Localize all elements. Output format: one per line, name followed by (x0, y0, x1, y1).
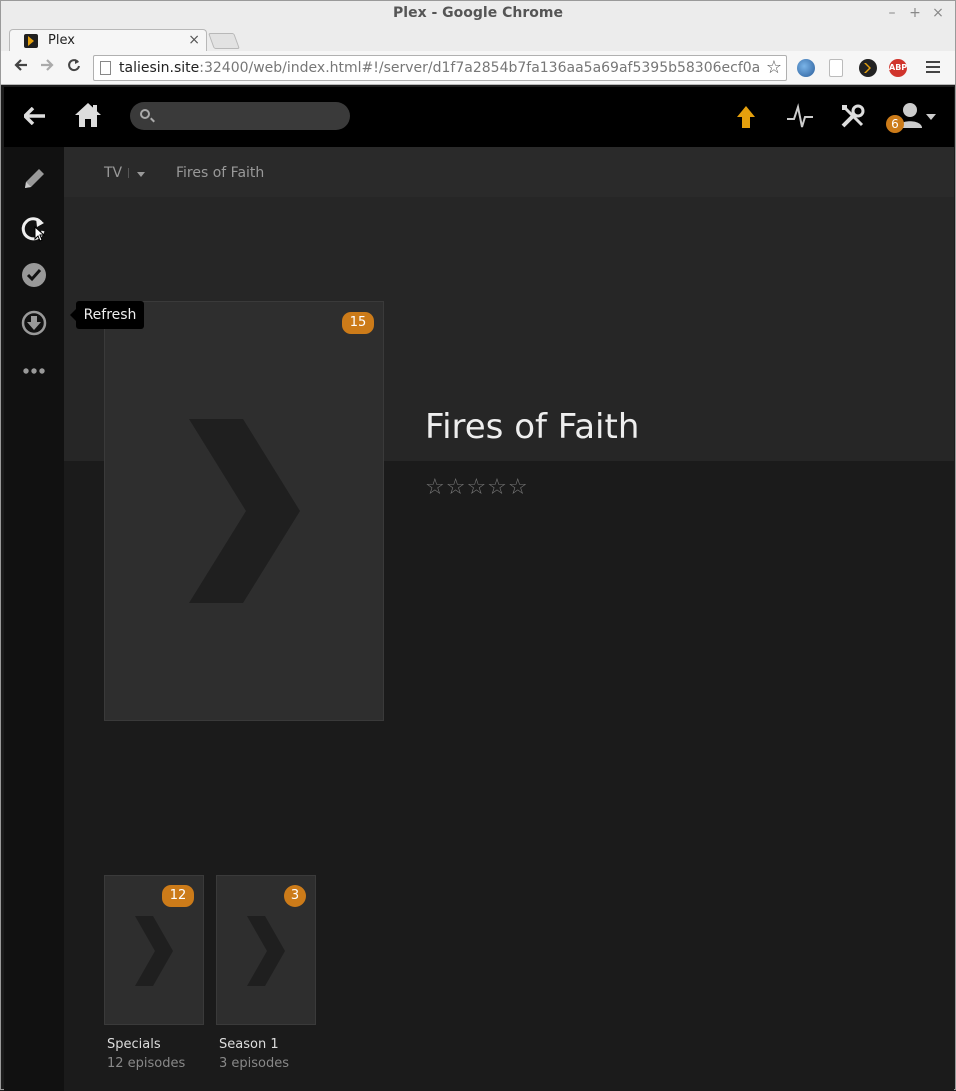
breadcrumb-show-title: Fires of Faith (176, 165, 265, 181)
more-options-icon[interactable] (20, 357, 48, 385)
search-icon (140, 109, 150, 119)
breadcrumb-library-tv[interactable]: TV (104, 165, 122, 181)
refresh-icon[interactable] (20, 215, 48, 243)
season-count-badge: 3 (284, 885, 306, 907)
plex-app: 6 TV Fires of Faith 15 Fires of Faith ☆☆… (4, 87, 954, 1091)
tab-close-button[interactable]: × (188, 32, 200, 48)
library-dropdown-chevron-down-icon[interactable] (137, 172, 145, 177)
plex-extension-icon[interactable] (859, 59, 877, 77)
season-name[interactable]: Season 1 (219, 1037, 316, 1052)
reload-button[interactable] (64, 57, 84, 76)
search-input[interactable] (160, 106, 340, 126)
show-poster[interactable]: 15 (104, 301, 384, 721)
window-title: Plex - Google Chrome (393, 5, 563, 21)
close-window-button[interactable]: × (930, 5, 946, 21)
activity-icon[interactable] (786, 103, 814, 133)
reload-icon (68, 59, 80, 72)
season-card-specials[interactable]: 12 Specials 12 episodes (104, 875, 204, 1071)
mark-watched-check-icon[interactable] (20, 261, 48, 289)
rating-stars[interactable]: ☆☆☆☆☆ (425, 475, 529, 500)
settings-tools-icon[interactable] (840, 103, 866, 133)
code-extension-icon[interactable] (829, 59, 843, 77)
edit-pencil-icon[interactable] (20, 165, 48, 193)
details-content: TV Fires of Faith 15 Fires of Faith ☆☆☆☆… (64, 147, 954, 1091)
address-bar[interactable]: taliesin.site:32400/web/index.html#!/ser… (93, 55, 787, 81)
forward-arrow-icon (41, 59, 54, 71)
forward-button[interactable] (37, 57, 57, 76)
adblock-extension-icon[interactable]: ABP (889, 59, 907, 77)
action-sidebar (4, 147, 64, 1091)
back-arrow-icon (14, 59, 27, 71)
back-button[interactable] (11, 57, 31, 76)
tab-strip: Plex × (1, 27, 955, 51)
unwatched-count-badge: 15 (342, 312, 374, 334)
new-tab-button[interactable] (208, 33, 240, 49)
plex-chevron-placeholder-icon (189, 419, 300, 603)
season-thumbnail[interactable]: 3 (216, 875, 316, 1025)
tab-label: Plex (48, 33, 75, 48)
season-thumbnail[interactable]: 12 (104, 875, 204, 1025)
season-episode-count: 3 episodes (219, 1056, 290, 1071)
home-icon[interactable] (74, 101, 102, 133)
tab-plex[interactable]: Plex × (9, 29, 207, 51)
upload-arrow-icon[interactable] (736, 105, 756, 133)
show-title: Fires of Faith (425, 407, 640, 447)
search-box[interactable] (130, 102, 350, 130)
download-icon[interactable] (20, 309, 48, 337)
season-card-season-1[interactable]: 3 Season 1 3 episodes (216, 875, 316, 1071)
top-navigation: 6 (4, 87, 954, 147)
plex-favicon-icon (24, 34, 38, 48)
user-menu-chevron-down-icon[interactable] (926, 114, 936, 120)
globe-extension-icon[interactable] (797, 59, 815, 77)
notification-badge: 6 (886, 115, 904, 133)
season-count-badge: 12 (162, 885, 194, 907)
season-name[interactable]: Specials (107, 1037, 204, 1052)
chrome-menu-icon[interactable] (926, 61, 940, 76)
back-nav-icon[interactable] (22, 106, 46, 129)
minimize-button[interactable]: – (884, 5, 900, 21)
refresh-tooltip: Refresh (70, 301, 144, 329)
browser-window: Plex - Google Chrome – + × Plex × talies… (0, 0, 956, 1091)
page-icon (100, 61, 111, 75)
url-text[interactable]: taliesin.site:32400/web/index.html#!/ser… (119, 60, 759, 76)
browser-toolbar: taliesin.site:32400/web/index.html#!/ser… (1, 51, 955, 85)
maximize-button[interactable]: + (907, 5, 923, 21)
breadcrumb: TV Fires of Faith (64, 147, 954, 197)
title-bar: Plex - Google Chrome – + × (1, 1, 955, 27)
bookmark-star-icon[interactable]: ☆ (766, 57, 782, 78)
season-episode-count: 12 episodes (107, 1056, 186, 1071)
breadcrumb-separator (128, 168, 129, 178)
